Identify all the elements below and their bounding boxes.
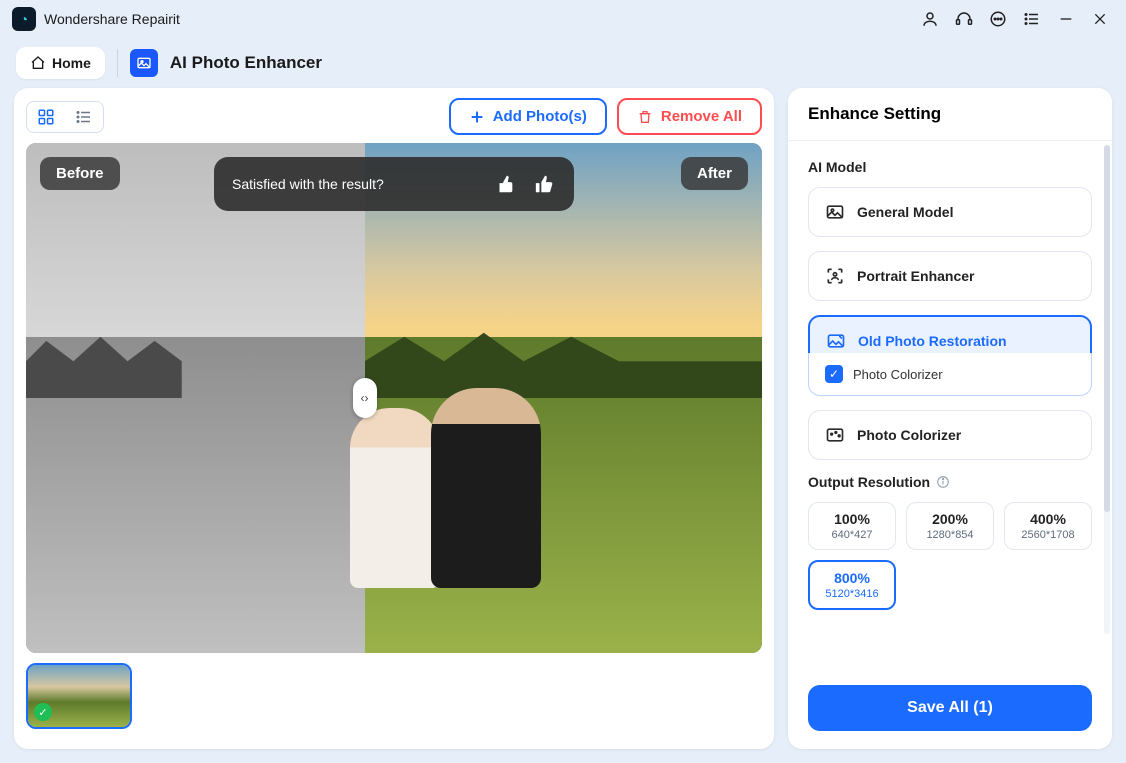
view-toggle <box>26 101 104 133</box>
output-resolution-title: Output Resolution <box>808 474 1092 490</box>
checkbox-checked-icon: ✓ <box>825 365 843 383</box>
settings-scrollbar[interactable] <box>1104 145 1110 634</box>
resolution-200[interactable]: 200% 1280*854 <box>906 502 994 550</box>
minimize-icon[interactable] <box>1052 5 1080 33</box>
list-view-button[interactable] <box>65 102 103 132</box>
resolution-400[interactable]: 400% 2560*1708 <box>1004 502 1092 550</box>
ai-model-section-title: AI Model <box>808 159 1092 175</box>
divider <box>117 49 118 77</box>
image-icon <box>825 202 845 222</box>
page-title: AI Photo Enhancer <box>170 53 322 73</box>
remove-all-button[interactable]: Remove All <box>617 98 762 135</box>
close-icon[interactable] <box>1086 5 1114 33</box>
app-logo: ◔ <box>12 7 36 31</box>
face-scan-icon <box>825 266 845 286</box>
save-all-button[interactable]: Save All (1) <box>808 685 1092 731</box>
add-photos-label: Add Photo(s) <box>493 108 587 125</box>
home-button[interactable]: Home <box>16 47 105 79</box>
feedback-bar: Satisfied with the result? <box>214 157 574 211</box>
account-icon[interactable] <box>916 5 944 33</box>
after-badge: After <box>681 157 748 190</box>
menu-list-icon[interactable] <box>1018 5 1046 33</box>
chat-icon[interactable] <box>984 5 1012 33</box>
photo-colorizer-checkbox-row[interactable]: ✓ Photo Colorizer <box>808 353 1092 396</box>
colorizer-sub-label: Photo Colorizer <box>853 367 943 382</box>
settings-panel: Enhance Setting AI Model General Model P… <box>788 88 1112 749</box>
app-name: Wondershare Repairit <box>44 11 180 27</box>
thumbs-down-icon[interactable] <box>494 173 516 195</box>
check-icon: ✓ <box>34 703 52 721</box>
settings-title: Enhance Setting <box>788 88 1112 141</box>
compare-slider-handle[interactable]: ‹› <box>353 378 377 418</box>
before-badge: Before <box>40 157 120 190</box>
compare-preview[interactable]: Before After Satisfied with the result? … <box>26 143 762 653</box>
model-label: Old Photo Restoration <box>858 333 1007 349</box>
preview-panel: Add Photo(s) Remove All Before After Sat… <box>14 88 774 749</box>
headset-icon[interactable] <box>950 5 978 33</box>
thumbnail-strip: ✓ <box>26 653 762 729</box>
add-photos-button[interactable]: Add Photo(s) <box>449 98 607 135</box>
grid-view-button[interactable] <box>27 102 65 132</box>
title-bar: ◔ Wondershare Repairit <box>0 0 1126 38</box>
palette-icon <box>825 425 845 445</box>
feedback-question: Satisfied with the result? <box>232 176 476 192</box>
page-header: Home AI Photo Enhancer <box>0 38 1126 88</box>
model-portrait[interactable]: Portrait Enhancer <box>808 251 1092 301</box>
home-label: Home <box>52 55 91 71</box>
save-all-label: Save All (1) <box>907 699 993 716</box>
info-icon[interactable] <box>936 475 950 489</box>
model-label: Photo Colorizer <box>857 427 961 443</box>
model-label: Portrait Enhancer <box>857 268 974 284</box>
model-general[interactable]: General Model <box>808 187 1092 237</box>
resolution-100[interactable]: 100% 640*427 <box>808 502 896 550</box>
restore-photo-icon <box>826 331 846 351</box>
model-colorizer[interactable]: Photo Colorizer <box>808 410 1092 460</box>
resolution-800[interactable]: 800% 5120*3416 <box>808 560 896 610</box>
remove-all-label: Remove All <box>661 108 742 125</box>
page-icon <box>130 49 158 77</box>
thumbnail-item[interactable]: ✓ <box>26 663 132 729</box>
model-label: General Model <box>857 204 953 220</box>
thumbs-up-icon[interactable] <box>534 173 556 195</box>
left-toolbar: Add Photo(s) Remove All <box>26 98 762 143</box>
